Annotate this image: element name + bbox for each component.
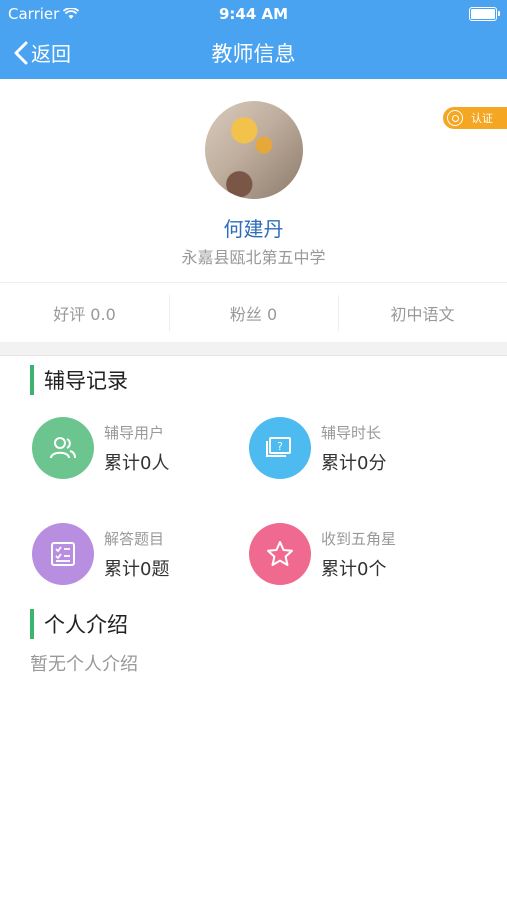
stats-row: 好评 0.0 粉丝 0 初中语文 bbox=[0, 282, 507, 343]
section-divider bbox=[0, 342, 507, 356]
stat-followers: 粉丝 0 bbox=[169, 283, 338, 343]
nav-bar: 返回 教师信息 bbox=[0, 28, 507, 79]
svg-text:?: ? bbox=[277, 440, 283, 453]
intro-title: 个人介绍 bbox=[44, 613, 128, 637]
tutoring-duration-label: 辅导时长 bbox=[321, 424, 382, 442]
stat-subject: 初中语文 bbox=[338, 283, 507, 343]
answered-questions-card: 解答题目 累计0题 bbox=[32, 523, 232, 593]
star-icon bbox=[249, 523, 311, 585]
battery-icon bbox=[469, 7, 500, 21]
tutoring-section-title: 辅导记录 bbox=[30, 365, 128, 395]
question-screen-icon: ? bbox=[249, 417, 311, 479]
intro-section-title: 个人介绍 bbox=[30, 609, 128, 639]
profile-card: 认证 何建丹 永嘉县瓯北第五中学 bbox=[0, 79, 507, 282]
tutored-users-value: 累计0人 bbox=[104, 453, 170, 474]
certified-label: 认证 bbox=[471, 112, 493, 125]
section-accent-bar bbox=[30, 609, 34, 639]
status-bar: Carrier 9:44 AM bbox=[0, 0, 507, 28]
answered-questions-label: 解答题目 bbox=[104, 530, 165, 548]
page-title: 教师信息 bbox=[211, 42, 296, 66]
stars-received-label: 收到五角星 bbox=[321, 530, 397, 548]
tutoring-duration-card: ? 辅导时长 累计0分 bbox=[249, 417, 449, 487]
stars-received-card: 收到五角星 累计0个 bbox=[249, 523, 449, 593]
answered-questions-value: 累计0题 bbox=[104, 559, 170, 580]
certified-badge: 认证 bbox=[443, 107, 507, 129]
header: Carrier 9:44 AM 返回 教师信息 bbox=[0, 0, 507, 79]
section-accent-bar bbox=[30, 365, 34, 395]
tutored-users-card: 辅导用户 累计0人 bbox=[32, 417, 232, 487]
tutoring-duration-value: 累计0分 bbox=[321, 453, 387, 474]
tutoring-title: 辅导记录 bbox=[44, 369, 128, 393]
checklist-icon bbox=[32, 523, 94, 585]
tutored-users-label: 辅导用户 bbox=[104, 424, 165, 442]
school-name: 永嘉县瓯北第五中学 bbox=[181, 248, 326, 267]
stat-rating: 好评 0.0 bbox=[53, 305, 116, 324]
avatar[interactable] bbox=[205, 101, 303, 199]
users-icon bbox=[32, 417, 94, 479]
teacher-name: 何建丹 bbox=[223, 217, 284, 241]
status-time: 9:44 AM bbox=[218, 5, 289, 23]
intro-text: 暂无个人介绍 bbox=[30, 654, 138, 675]
certified-icon bbox=[447, 110, 463, 126]
stars-received-value: 累计0个 bbox=[321, 559, 387, 580]
